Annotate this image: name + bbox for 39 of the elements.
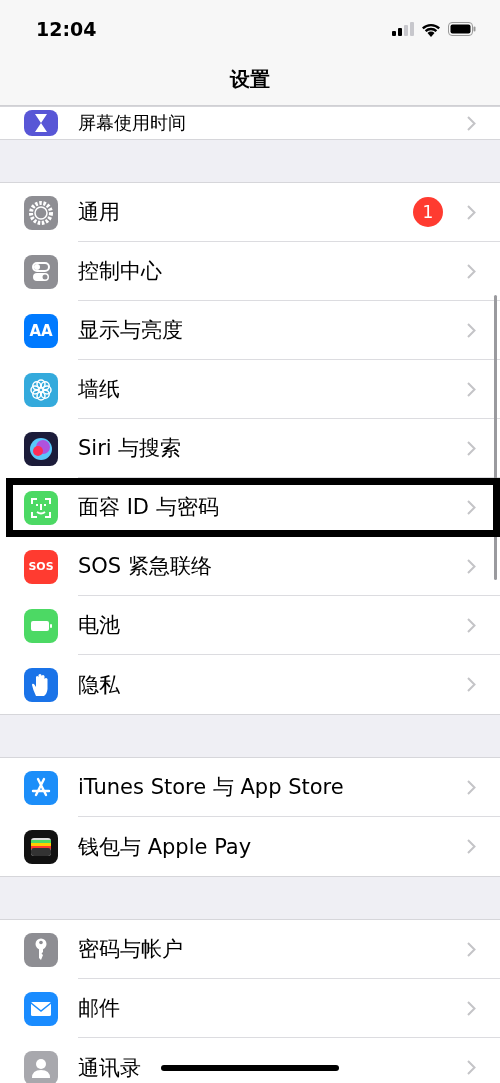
chevron-icon — [467, 779, 476, 795]
text-size-icon: AA — [24, 313, 58, 348]
chevron-icon — [467, 1060, 476, 1075]
chevron-icon — [467, 499, 476, 515]
row-label: 控制中心 — [78, 258, 162, 285]
status-time: 12:04 — [36, 18, 97, 40]
row-label: iTunes Store 与 App Store — [78, 774, 344, 801]
chevron-icon — [467, 322, 476, 338]
chevron-icon — [467, 941, 476, 957]
wifi-icon — [421, 21, 441, 37]
row-label: 墙纸 — [78, 376, 120, 403]
row-label: Siri 与搜索 — [78, 435, 182, 462]
row-label: 隐私 — [78, 671, 120, 699]
row-label: SOS 紧急联络 — [78, 553, 212, 580]
settings-row[interactable]: 面容 ID 与密码 — [6, 478, 500, 537]
row-label: 面容 ID 与密码 — [78, 494, 219, 521]
chevron-icon — [467, 617, 476, 633]
row-label: 密码与帐户 — [78, 936, 183, 963]
chevron-icon — [467, 263, 476, 279]
row-label: 显示与亮度 — [78, 317, 183, 344]
row-label: 电池 — [78, 612, 120, 639]
chevron-icon — [467, 440, 476, 456]
row-label: 屏幕使用时间 — [78, 111, 186, 135]
notification-badge: 1 — [413, 197, 443, 227]
row-label: 通用 — [78, 199, 120, 226]
sos-icon: SOS — [24, 549, 58, 584]
chevron-icon — [467, 115, 476, 131]
row-label: 通讯录 — [78, 1054, 141, 1082]
chevron-icon — [467, 558, 476, 574]
battery-icon — [448, 22, 476, 36]
chevron-icon — [467, 381, 476, 397]
row-label: 邮件 — [78, 995, 120, 1022]
nav-title: 设置 — [230, 66, 270, 93]
chevron-icon — [467, 839, 476, 854]
chevron-icon — [467, 677, 476, 692]
chevron-icon — [467, 204, 476, 220]
signal-icon — [392, 22, 414, 36]
chevron-icon — [467, 1000, 476, 1016]
row-label: 钱包与 Apple Pay — [78, 833, 252, 861]
